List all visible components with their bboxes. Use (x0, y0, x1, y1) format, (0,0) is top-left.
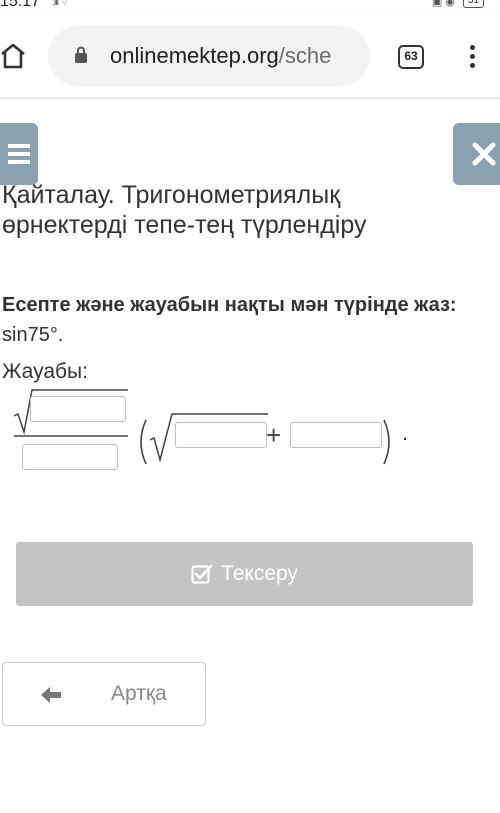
left-paren (140, 419, 147, 465)
signal-icon: .ıll ⌔ (52, 0, 69, 8)
url-host: onlinemektep.org (110, 43, 279, 68)
question-instruction: Есепте және жауабын нақты мән түрінде жа… (2, 294, 457, 316)
hamburger-icon (8, 144, 30, 164)
hamburger-menu-button[interactable] (0, 123, 38, 185)
tab-switcher-button[interactable]: 63 (398, 45, 424, 69)
status-bar: 15:17 .ıll ⌔ ▣ ◉ 31 (0, 0, 500, 14)
home-icon[interactable] (0, 42, 26, 70)
right-paren (383, 419, 390, 465)
formula-period: . (402, 420, 409, 445)
close-button[interactable] (453, 123, 500, 185)
status-time: 15:17 (0, 0, 41, 10)
notification-icons: ▣ ◉ (431, 0, 455, 8)
battery-indicator: 31 (462, 0, 484, 8)
checkbox-check-icon (191, 564, 213, 584)
added-term-input[interactable] (290, 422, 382, 448)
arrow-left-icon (41, 687, 61, 703)
address-bar[interactable]: onlinemektep.org/sche (48, 26, 370, 86)
denominator-input[interactable] (22, 444, 118, 470)
more-menu-icon[interactable] (464, 42, 480, 74)
browser-toolbar: onlinemektep.org/sche 63 (0, 14, 500, 98)
answer-label: Жауабы: (2, 360, 88, 383)
url-text: onlinemektep.org/sche (110, 43, 360, 69)
back-button[interactable]: Артқа (2, 662, 206, 726)
check-button-label: Тексеру (221, 562, 298, 585)
inner-sqrt-input[interactable] (175, 422, 267, 448)
page-title: Қайталау. Тригонометриялық өрнектерді те… (2, 181, 367, 239)
check-button[interactable]: Тексеру (16, 542, 473, 606)
numerator-sqrt-input[interactable] (30, 396, 126, 422)
close-icon (472, 142, 496, 166)
lock-icon (75, 46, 87, 63)
question-expression: sin75°. (2, 324, 64, 346)
question-text: Есепте және жауабын нақты мән түрінде жа… (2, 290, 497, 350)
status-right: ▣ ◉ 31 (432, 0, 484, 8)
back-button-label: Артқа (111, 682, 167, 705)
plus-sign: + (266, 420, 282, 450)
url-path: /sche (278, 43, 332, 68)
answer-formula: + . (0, 384, 500, 474)
